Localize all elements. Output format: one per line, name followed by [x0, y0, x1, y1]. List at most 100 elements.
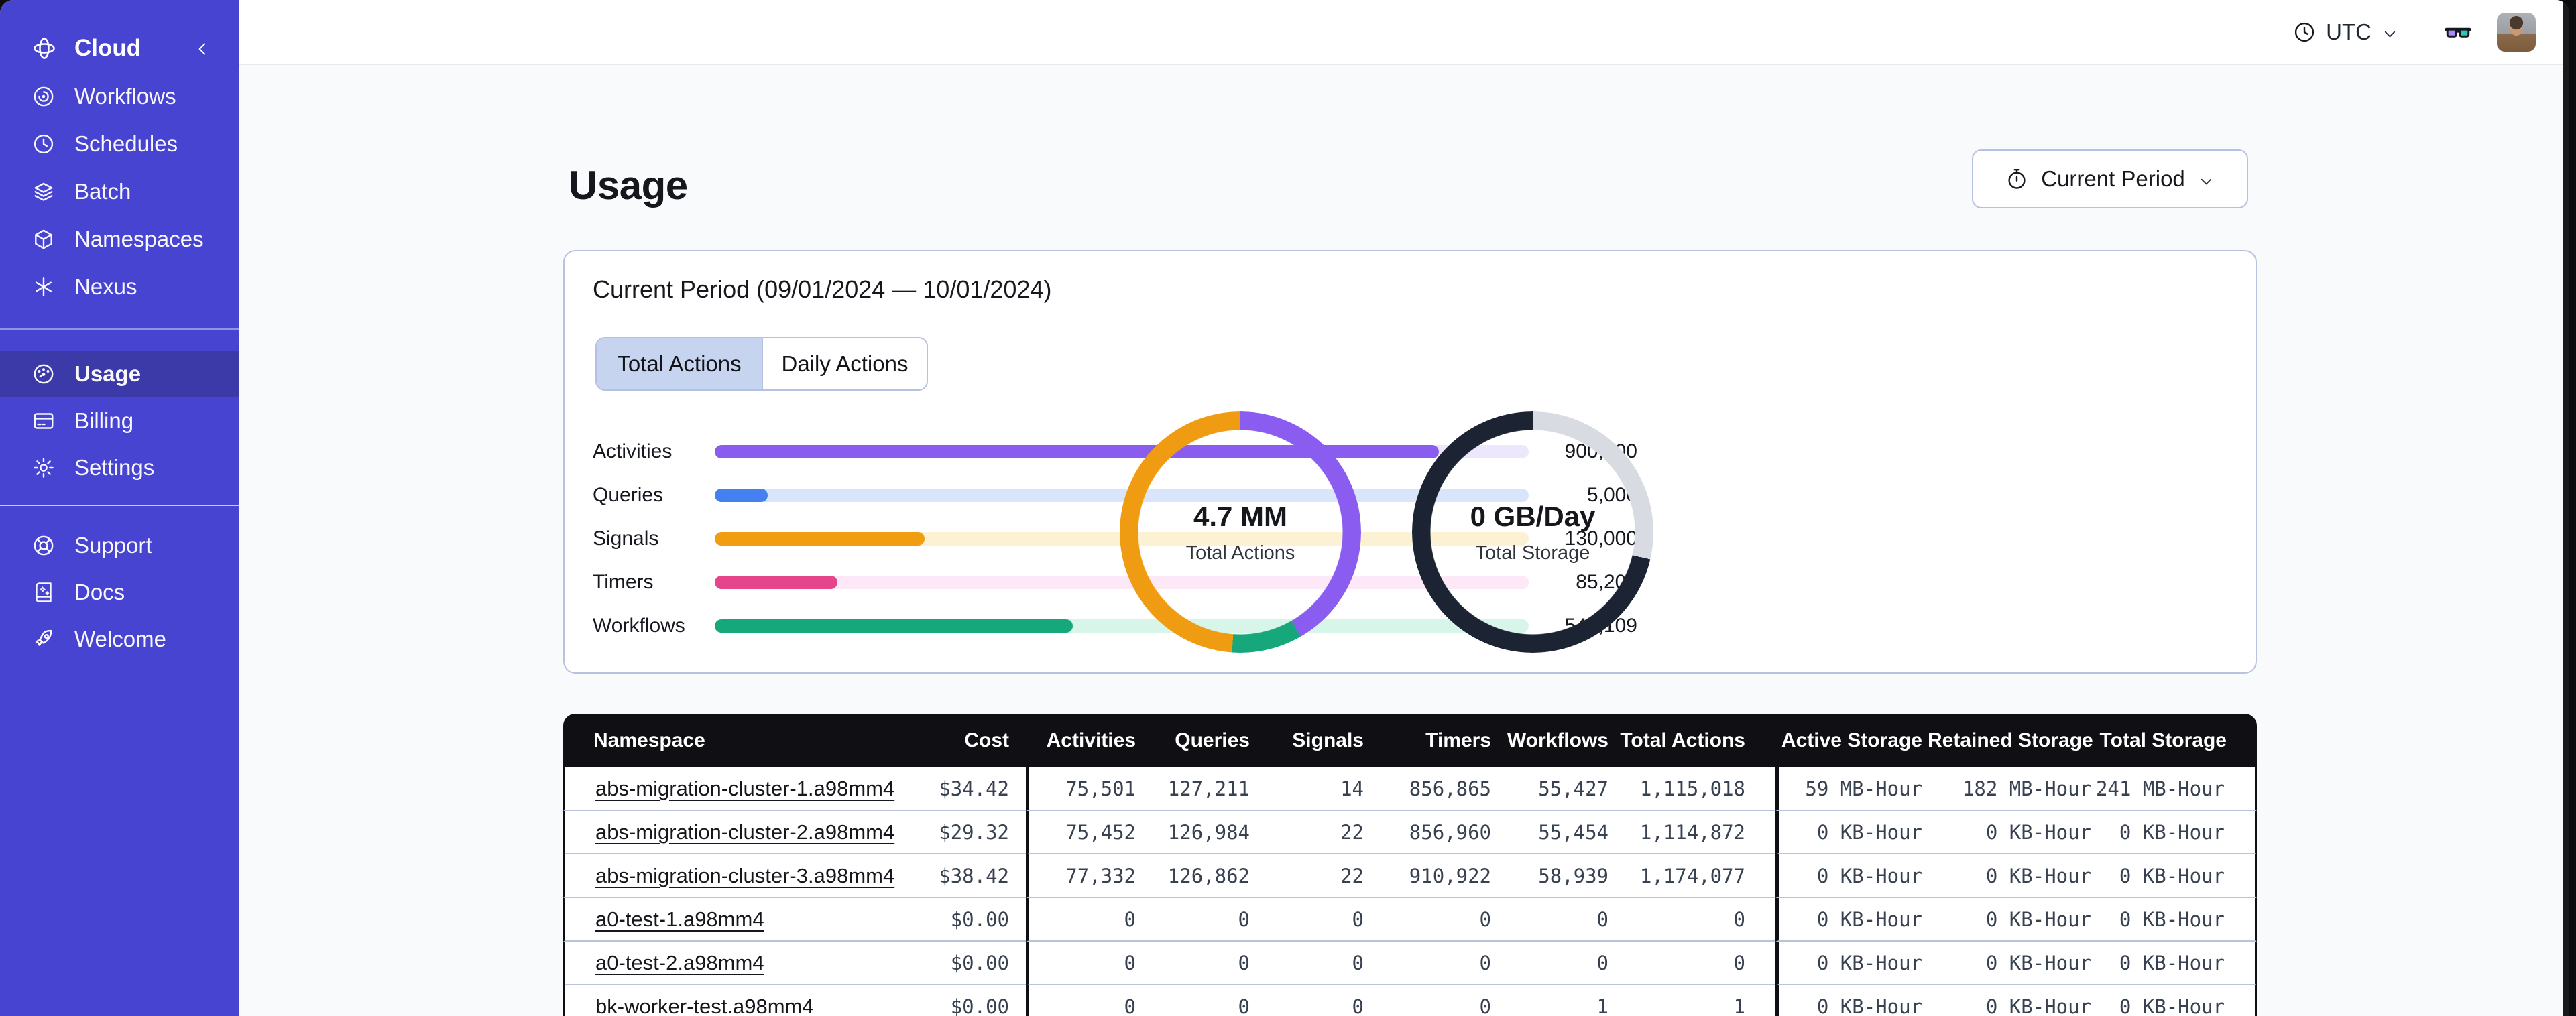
value-cell: 0 — [1026, 942, 1140, 985]
bar-fill — [715, 531, 925, 546]
value-cell: 0 KB-Hour — [2095, 985, 2257, 1016]
sidebar: Cloud Workflows Schedules Batch Namespaces N… — [0, 0, 239, 1016]
usage-icon — [32, 362, 56, 386]
dev-glasses-button[interactable] — [2442, 17, 2474, 47]
table-row: a0-test-2.a98mm4 $0.00 0 0 0 0 0 0 0 KB-Hour 0 KB… — [563, 942, 2257, 985]
timezone-label: UTC — [2326, 19, 2372, 44]
namespace-link[interactable]: abs-migration-cluster-1.a98mm4 — [595, 777, 894, 800]
sidebar-item-label: Schedules — [74, 131, 178, 156]
sidebar-brand[interactable]: Cloud — [0, 24, 239, 72]
value-cell: 0 KB-Hour — [1928, 811, 2095, 854]
value-cell: 0 KB-Hour — [1775, 811, 1928, 854]
topbar: UTC — [239, 0, 2563, 65]
sidebar-item-label: Billing — [74, 408, 134, 433]
value-cell: 0 KB-Hour — [2095, 811, 2257, 854]
sidebar-nav: Workflows Schedules Batch Namespaces Nexus U… — [0, 72, 239, 663]
sidebar-item-label: Docs — [74, 580, 125, 605]
tab-daily-actions[interactable]: Daily Actions — [762, 338, 927, 389]
value-cell: 0 — [1026, 898, 1140, 942]
stopwatch-icon — [2005, 167, 2029, 191]
bar-label: Queries — [593, 483, 664, 506]
table-row: a0-test-1.a98mm4 $0.00 0 0 0 0 0 0 0 KB-Hour 0 KB… — [563, 898, 2257, 942]
glasses-icon — [2442, 27, 2474, 49]
docs-icon — [32, 580, 56, 605]
sidebar-item-label: Settings — [74, 455, 155, 480]
chevron-down-icon — [2381, 23, 2399, 41]
value-cell: $0.00 — [865, 985, 1026, 1016]
namespace-cell: a0-test-2.a98mm4 — [563, 942, 865, 985]
value-cell: 126,862 — [1140, 854, 1254, 898]
sidebar-item-namespaces[interactable]: Namespaces — [0, 215, 239, 263]
value-cell: 0 — [1140, 985, 1254, 1016]
sidebar-item-nexus[interactable]: Nexus — [0, 263, 239, 310]
topbar-controls: UTC — [2292, 0, 2562, 64]
table-header-row: Namespace Cost Activities Queries Signals Tim… — [563, 714, 2257, 767]
value-cell: 1 — [1613, 985, 1775, 1016]
current-period-card: Current Period (09/01/2024 — 10/01/2024)… — [563, 250, 2257, 674]
column-header-workflows: Workflows — [1495, 714, 1613, 767]
value-cell: 14 — [1254, 767, 1368, 811]
value-cell: 0 — [1495, 942, 1613, 985]
value-cell: 0 — [1026, 985, 1140, 1016]
workflows-icon — [32, 84, 56, 109]
namespace-cell: abs-migration-cluster-1.a98mm4 — [563, 767, 894, 811]
value-cell: 182 MB-Hour — [1928, 767, 2095, 811]
value-cell: 0 KB-Hour — [2095, 854, 2257, 898]
sidebar-item-docs[interactable]: Docs — [0, 569, 239, 616]
value-cell: 0 KB-Hour — [1928, 854, 2095, 898]
usage-table: Namespace Cost Activities Queries Signals Tim… — [563, 714, 2257, 1016]
sidebar-item-label: Nexus — [74, 273, 137, 299]
sidebar-collapse-button[interactable] — [192, 38, 213, 58]
namespace-cell: abs-migration-cluster-2.a98mm4 — [563, 811, 894, 854]
sidebar-item-batch[interactable]: Batch — [0, 168, 239, 215]
chevron-down-icon — [2197, 170, 2215, 188]
value-cell: 0 — [1368, 898, 1495, 942]
donut-value: 0 GB/Day — [1470, 500, 1596, 532]
table-row: bk-worker-test.a98mm4 $0.00 0 0 0 0 1 1 0 KB-Hou… — [563, 985, 2257, 1016]
namespace-link[interactable]: abs-migration-cluster-3.a98mm4 — [595, 864, 894, 887]
table-row: abs-migration-cluster-2.a98mm4 $29.32 75,4… — [563, 811, 2257, 854]
sidebar-item-support[interactable]: Support — [0, 522, 239, 569]
period-selector-button[interactable]: Current Period — [1972, 149, 2248, 208]
sidebar-item-schedules[interactable]: Schedules — [0, 120, 239, 168]
welcome-icon — [32, 627, 56, 651]
namespace-link[interactable]: bk-worker-test.a98mm4 — [595, 995, 814, 1016]
donut-center: 4.7 MM Total Actions — [1120, 411, 1361, 653]
user-avatar[interactable] — [2497, 12, 2536, 52]
bar-label: Signals — [593, 527, 659, 550]
value-cell: 0 KB-Hour — [1775, 854, 1928, 898]
screen-edge — [2563, 0, 2569, 1016]
sidebar-item-settings[interactable]: Settings — [0, 444, 239, 491]
sidebar-divider — [0, 328, 239, 330]
value-cell: 0 — [1140, 898, 1254, 942]
tab-total-actions[interactable]: Total Actions — [597, 338, 762, 389]
value-cell: 1,115,018 — [1613, 767, 1775, 811]
batch-icon — [32, 180, 56, 204]
value-cell: 75,501 — [1026, 767, 1140, 811]
sidebar-item-usage[interactable]: Usage — [0, 351, 239, 397]
sidebar-item-billing[interactable]: Billing — [0, 397, 239, 444]
sidebar-item-workflows[interactable]: Workflows — [0, 72, 239, 120]
value-cell: 0 KB-Hour — [1775, 985, 1928, 1016]
namespace-link[interactable]: abs-migration-cluster-2.a98mm4 — [595, 820, 894, 844]
donut-center: 0 GB/Day Total Storage — [1412, 411, 1653, 653]
namespace-cell: a0-test-1.a98mm4 — [563, 898, 865, 942]
value-cell: 1,174,077 — [1613, 854, 1775, 898]
cloud-logo-icon — [32, 36, 57, 61]
value-cell: $0.00 — [865, 898, 1026, 942]
bar-fill — [715, 575, 838, 589]
value-cell: 0 KB-Hour — [1928, 898, 2095, 942]
value-cell: 0 — [1254, 985, 1368, 1016]
table-row: abs-migration-cluster-3.a98mm4 $38.42 77,3… — [563, 854, 2257, 898]
column-header-total-storage: Total Storage — [2095, 714, 2257, 767]
sidebar-item-label: Namespaces — [74, 226, 204, 251]
namespace-link[interactable]: a0-test-2.a98mm4 — [595, 951, 764, 974]
value-cell: 0 — [1613, 898, 1775, 942]
bar-fill — [715, 488, 768, 502]
value-cell: 0 — [1254, 898, 1368, 942]
namespace-link[interactable]: a0-test-1.a98mm4 — [595, 907, 764, 931]
sidebar-item-welcome[interactable]: Welcome — [0, 616, 239, 663]
value-cell: 0 — [1368, 942, 1495, 985]
namespace-cell: bk-worker-test.a98mm4 — [563, 985, 865, 1016]
timezone-selector[interactable]: UTC — [2292, 19, 2399, 45]
